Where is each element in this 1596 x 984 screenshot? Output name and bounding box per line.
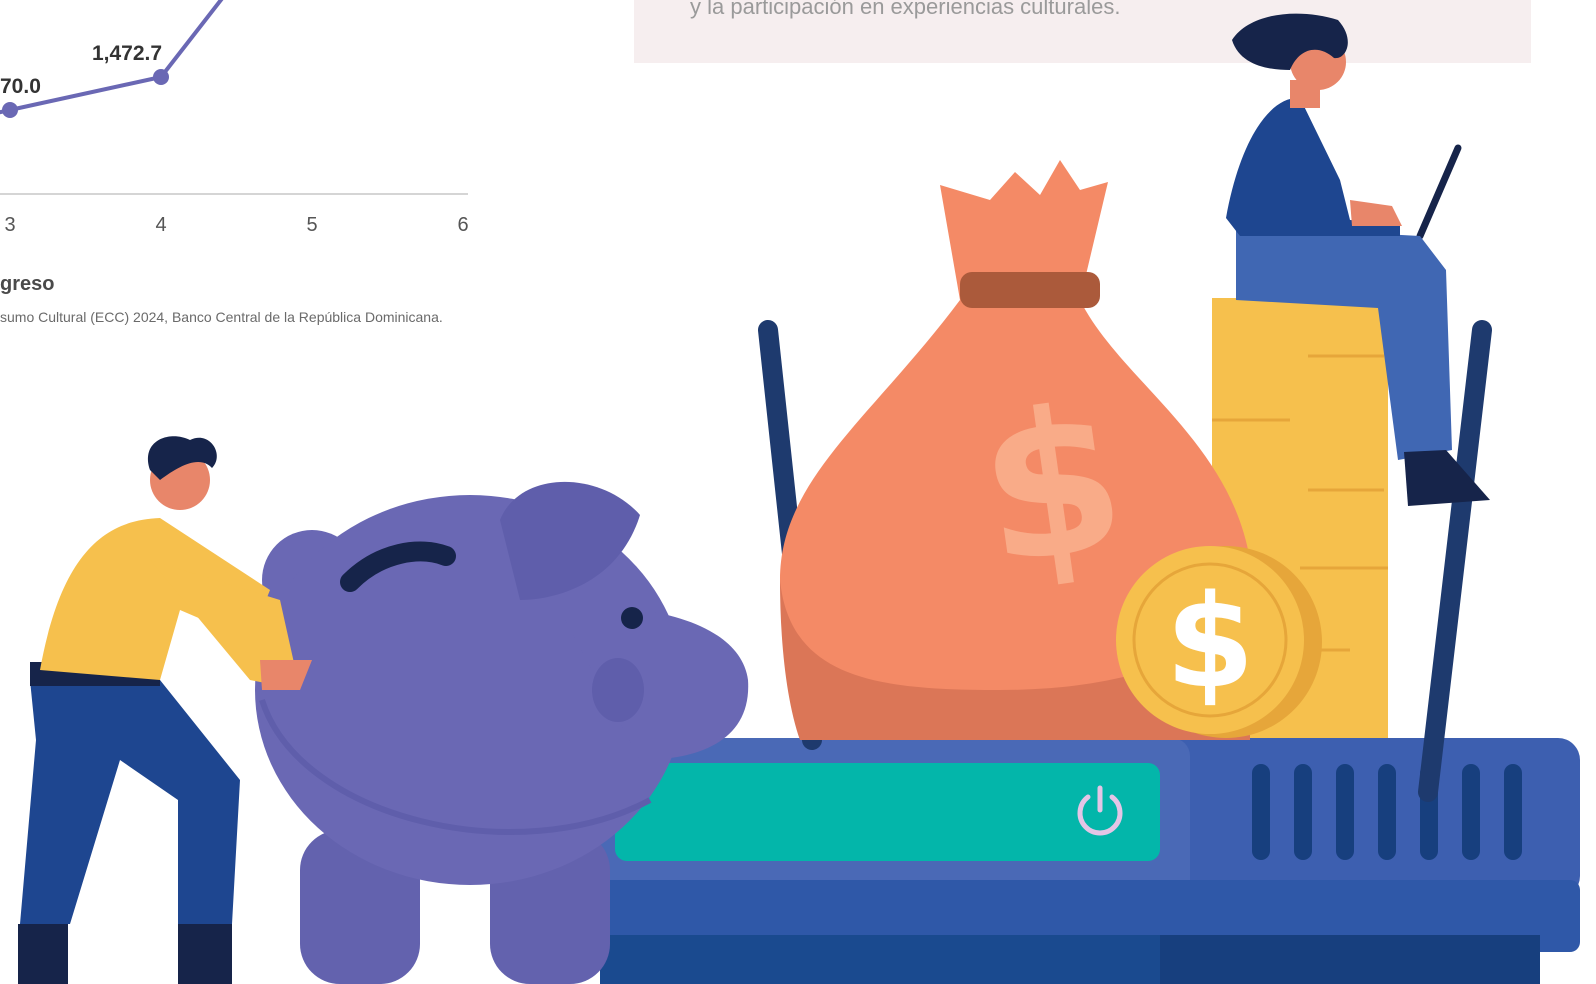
finance-illustration: $ $ (18, 13, 1580, 984)
dollar-coin-icon: $ (1116, 546, 1322, 738)
svg-text:$: $ (1165, 568, 1254, 717)
